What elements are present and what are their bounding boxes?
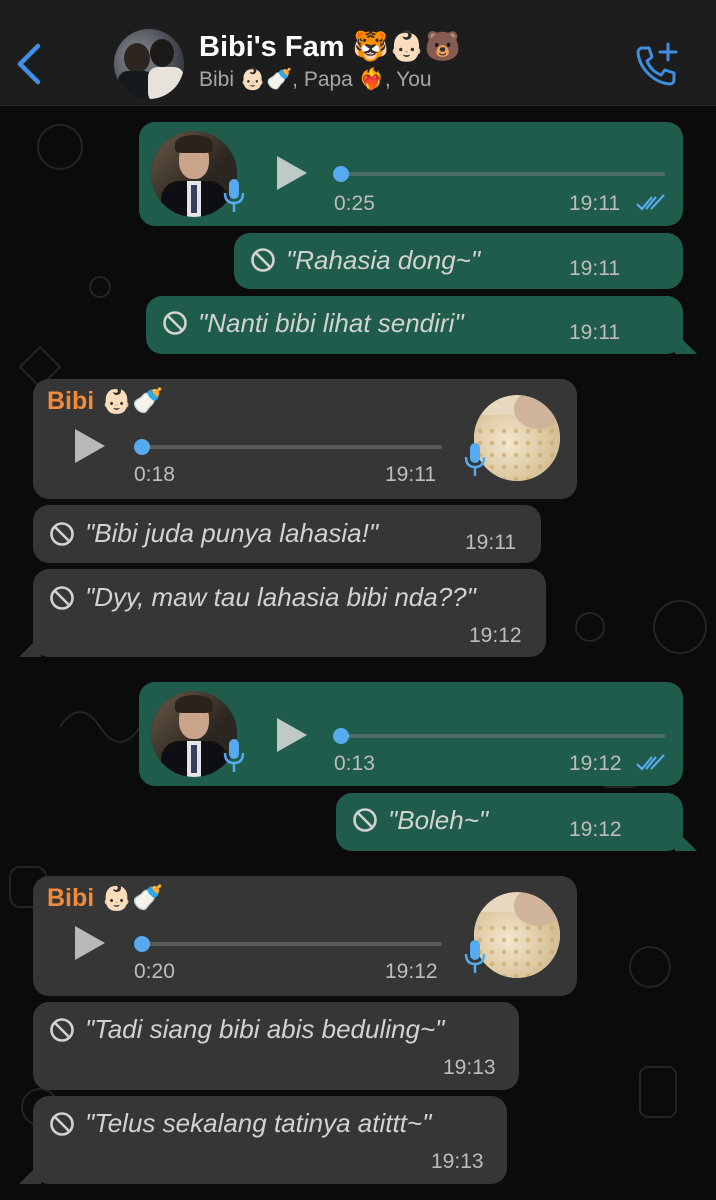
deleted-message-icon xyxy=(353,808,377,832)
message-time: 19:11 xyxy=(569,257,620,280)
audio-progress-track[interactable] xyxy=(339,172,665,176)
voice-duration: 0:13 xyxy=(334,752,375,775)
deleted-message-icon xyxy=(50,1112,74,1136)
sender-avatar xyxy=(474,892,560,978)
message-time: 19:11 xyxy=(465,531,516,554)
sender-name[interactable]: Bibi 👶🏻🍼 xyxy=(47,884,163,913)
deleted-message[interactable]: "Telus sekalang tatinya atittt~" 19:13 xyxy=(33,1096,507,1184)
deleted-message[interactable]: "Nanti bibi lihat sendiri" 19:11 xyxy=(146,296,683,354)
microphone-icon xyxy=(464,443,486,476)
microphone-icon xyxy=(223,739,245,772)
audio-progress-track[interactable] xyxy=(139,445,442,449)
voice-message-incoming[interactable]: Bibi 👶🏻🍼 0:20 19:12 xyxy=(33,876,577,996)
message-time: 19:13 xyxy=(431,1150,484,1173)
voice-duration: 0:18 xyxy=(134,463,175,486)
microphone-icon xyxy=(464,940,486,973)
deleted-message-text: "Telus sekalang tatinya atittt~" xyxy=(85,1108,432,1138)
sender-avatar xyxy=(474,395,560,481)
voice-message-outgoing[interactable]: 0:25 19:11 xyxy=(139,122,683,226)
audio-progress-track[interactable] xyxy=(339,734,665,738)
voice-duration: 0:25 xyxy=(334,192,375,215)
deleted-message-text: "Boleh~" xyxy=(388,805,489,835)
deleted-message-icon xyxy=(251,248,275,272)
deleted-message-icon xyxy=(50,522,74,546)
deleted-message-icon xyxy=(163,311,187,335)
microphone-icon xyxy=(223,179,245,212)
audio-scrubber[interactable] xyxy=(134,439,150,455)
audio-scrubber[interactable] xyxy=(333,166,349,182)
play-icon[interactable] xyxy=(73,429,107,463)
deleted-message-text: "Dyy, maw tau lahasia bibi nda??" xyxy=(85,582,476,612)
read-receipt-icon xyxy=(636,194,665,211)
deleted-message[interactable]: "Tadi siang bibi abis beduling~" 19:13 xyxy=(33,1002,519,1090)
message-time: 19:12 xyxy=(569,752,622,775)
message-time: 19:13 xyxy=(443,1056,496,1079)
voice-message-outgoing[interactable]: 0:13 19:12 xyxy=(139,682,683,786)
deleted-message[interactable]: "Boleh~" 19:12 xyxy=(336,793,683,851)
deleted-message-text: "Rahasia dong~" xyxy=(286,245,481,275)
message-time: 19:11 xyxy=(569,192,620,215)
message-time: 19:11 xyxy=(385,463,436,486)
add-call-icon[interactable] xyxy=(632,40,680,88)
deleted-message-text: "Bibi juda punya lahasia!" xyxy=(85,518,379,548)
group-avatar[interactable] xyxy=(114,29,184,99)
deleted-message-icon xyxy=(50,586,74,610)
group-members[interactable]: Bibi 👶🏻🍼, Papa ❤️‍🔥, You xyxy=(199,68,432,92)
voice-message-incoming[interactable]: Bibi 👶🏻🍼 0:18 19:11 xyxy=(33,379,577,499)
audio-progress-track[interactable] xyxy=(139,942,442,946)
back-chevron-icon[interactable] xyxy=(14,42,46,86)
message-time: 19:12 xyxy=(385,960,438,983)
chat-header: Bibi's Fam 🐯👶🏻🐻 Bibi 👶🏻🍼, Papa ❤️‍🔥, You xyxy=(0,0,716,106)
audio-scrubber[interactable] xyxy=(333,728,349,744)
deleted-message[interactable]: "Rahasia dong~" 19:11 xyxy=(234,233,683,289)
deleted-message[interactable]: "Dyy, maw tau lahasia bibi nda??" 19:12 xyxy=(33,569,546,657)
voice-duration: 0:20 xyxy=(134,960,175,983)
read-receipt-icon xyxy=(636,754,665,771)
deleted-message-icon xyxy=(50,1018,74,1042)
message-time: 19:12 xyxy=(569,818,622,841)
play-icon[interactable] xyxy=(275,156,309,190)
message-time: 19:11 xyxy=(569,321,620,344)
group-title[interactable]: Bibi's Fam 🐯👶🏻🐻 xyxy=(199,30,461,64)
deleted-message[interactable]: "Bibi juda punya lahasia!" 19:11 xyxy=(33,505,541,563)
message-time: 19:12 xyxy=(469,624,522,647)
deleted-message-text: "Tadi siang bibi abis beduling~" xyxy=(85,1014,445,1044)
play-icon[interactable] xyxy=(275,718,309,752)
deleted-message-text: "Nanti bibi lihat sendiri" xyxy=(198,308,464,338)
sender-name[interactable]: Bibi 👶🏻🍼 xyxy=(47,387,163,416)
audio-scrubber[interactable] xyxy=(134,936,150,952)
play-icon[interactable] xyxy=(73,926,107,960)
